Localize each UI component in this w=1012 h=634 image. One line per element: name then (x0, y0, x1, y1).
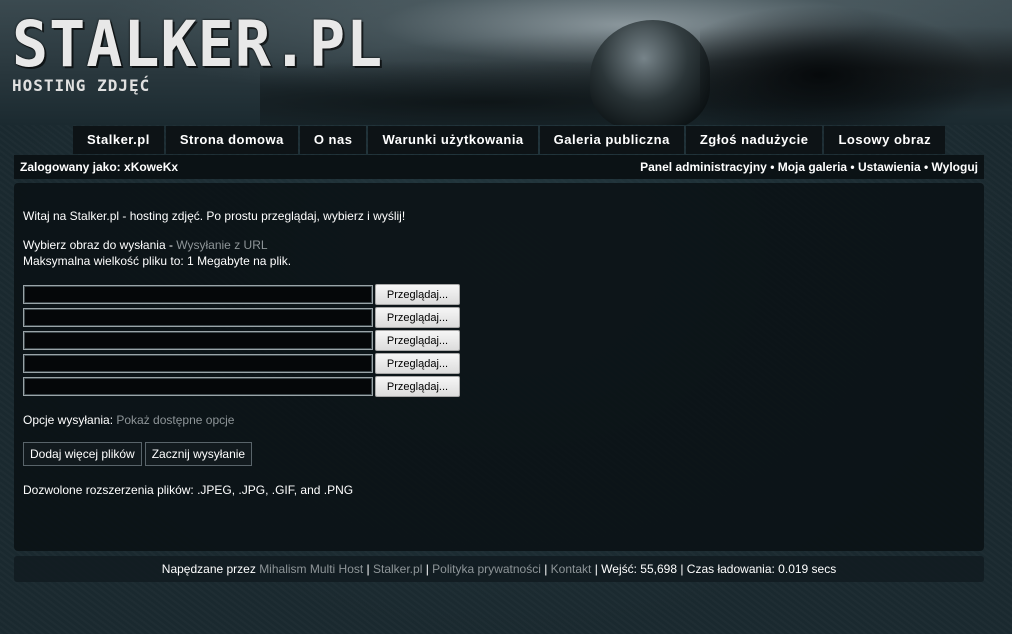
file-path-field[interactable] (23, 308, 373, 327)
browse-button[interactable]: Przeglądaj... (375, 376, 460, 397)
contact-link[interactable]: Kontakt (551, 562, 592, 576)
url-upload-link[interactable]: Wysyłanie z URL (176, 238, 267, 252)
main-nav: Stalker.pl Strona domowa O nas Warunki u… (73, 126, 946, 154)
browse-button[interactable]: Przeglądaj... (375, 330, 460, 351)
nav-item-report-abuse[interactable]: Zgłoś nadużycie (685, 126, 823, 154)
file-path-field[interactable] (23, 285, 373, 304)
file-row: Przeglądaj... (23, 329, 460, 352)
site-header: STALKER.PL HOSTING ZDJĘĆ (0, 0, 1012, 125)
show-options-link[interactable]: Pokaż dostępne opcje (116, 413, 234, 427)
welcome-text: Witaj na Stalker.pl - hosting zdjęć. Po … (23, 209, 406, 223)
nav-item-public-gallery[interactable]: Galeria publiczna (539, 126, 684, 154)
file-row: Przeglądaj... (23, 375, 460, 398)
file-path-field[interactable] (23, 377, 373, 396)
file-row: Przeglądaj... (23, 352, 460, 375)
upload-panel: Witaj na Stalker.pl - hosting zdjęć. Po … (14, 183, 984, 551)
footer-separator: | (363, 562, 373, 576)
upload-options-line: Opcje wysyłania: Pokaż dostępne opcje (23, 413, 234, 427)
nav-item-about[interactable]: O nas (299, 126, 367, 154)
my-gallery-link[interactable]: Moja galeria (778, 160, 847, 174)
upload-options-label: Opcje wysyłania: (23, 413, 117, 427)
footer-separator: | (591, 562, 602, 576)
logout-link[interactable]: Wyloguj (932, 160, 978, 174)
site-footer: Napędzane przez Mihalism Multi Host | St… (14, 556, 984, 582)
user-links: Panel administracyjny • Moja galeria • U… (640, 155, 978, 179)
user-bar: Zalogowany jako: xKoweKx Panel administr… (14, 155, 984, 179)
nav-item-terms[interactable]: Warunki użytkowania (368, 126, 538, 154)
nav-item-stalker[interactable]: Stalker.pl (73, 126, 164, 154)
load-time: Czas ładowania: 0.019 secs (686, 562, 837, 576)
logo-title: STALKER.PL (12, 8, 384, 82)
visits-count: Wejść: 55,698 (601, 562, 677, 576)
add-more-files-button[interactable]: Dodaj więcej plików (23, 442, 142, 466)
logged-in-as: Zalogowany jako: xKoweKx (20, 160, 179, 174)
separator: • (920, 160, 932, 174)
header-artwork-figure (700, 0, 1000, 125)
settings-link[interactable]: Ustawienia (858, 160, 921, 174)
choose-image-line: Wybierz obraz do wysłania - Wysyłanie z … (23, 238, 268, 252)
start-upload-button[interactable]: Zacznij wysyłanie (144, 442, 253, 466)
file-row: Przeglądaj... (23, 283, 460, 306)
admin-panel-link[interactable]: Panel administracyjny (640, 160, 767, 174)
privacy-link[interactable]: Polityka prywatności (432, 562, 541, 576)
choose-image-text: Wybierz obraz do wysłania - (23, 238, 177, 252)
nav-item-home[interactable]: Strona domowa (165, 126, 298, 154)
file-inputs: Przeglądaj... Przeglądaj... Przeglądaj..… (23, 283, 460, 398)
footer-separator: | (422, 562, 433, 576)
footer-separator: | (540, 562, 551, 576)
upload-actions: Dodaj więcej plików Zacznij wysyłanie (23, 442, 253, 466)
nav-item-random-image[interactable]: Losowy obraz (824, 126, 946, 154)
allowed-extensions-text: Dozwolone rozszerzenia plików: .JPEG, .J… (23, 483, 354, 497)
mihalism-link[interactable]: Mihalism Multi Host (259, 562, 363, 576)
file-path-field[interactable] (23, 331, 373, 350)
footer-separator: | (677, 562, 687, 576)
powered-by-text: Napędzane przez (161, 562, 260, 576)
separator: • (847, 160, 858, 174)
browse-button[interactable]: Przeglądaj... (375, 307, 460, 328)
file-row: Przeglądaj... (23, 306, 460, 329)
site-logo[interactable]: STALKER.PL HOSTING ZDJĘĆ (12, 8, 384, 95)
browse-button[interactable]: Przeglądaj... (375, 353, 460, 374)
separator: • (766, 160, 778, 174)
browse-button[interactable]: Przeglądaj... (375, 284, 460, 305)
stalker-link[interactable]: Stalker.pl (373, 562, 422, 576)
max-size-text: Maksymalna wielkość pliku to: 1 Megabyte… (23, 254, 292, 268)
file-path-field[interactable] (23, 354, 373, 373)
header-artwork-helmet (590, 20, 710, 125)
